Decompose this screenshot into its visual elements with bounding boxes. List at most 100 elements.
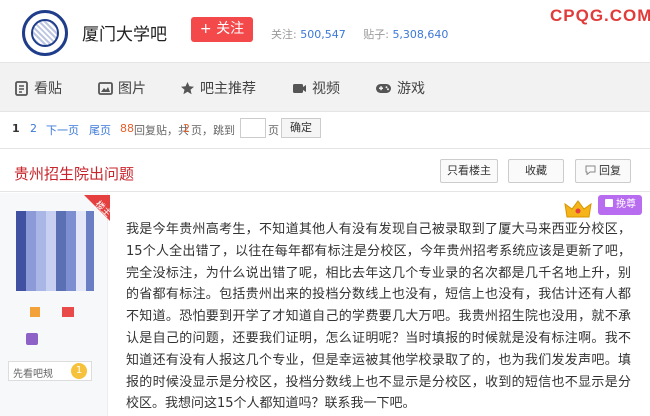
avatar[interactable] — [16, 211, 94, 291]
page-jump-button[interactable]: 确定 — [281, 118, 321, 138]
avatar-pixel — [86, 211, 94, 221]
avatar-pixel — [46, 261, 56, 271]
logo-seal — [31, 19, 59, 47]
last-page-link[interactable]: 尾页 — [89, 122, 111, 138]
avatar-pixel — [76, 261, 86, 271]
page-total: 2 — [183, 122, 190, 135]
avatar-pixel — [66, 271, 76, 281]
nav-tab-games[interactable]: 游戏 — [375, 78, 425, 98]
avatar-pixel — [66, 251, 76, 261]
avatar-pixel — [46, 221, 56, 231]
avatar-pixel — [66, 241, 76, 251]
avatar-pixel — [36, 251, 46, 261]
avatar-pixel — [36, 241, 46, 251]
avatar-pixel — [56, 211, 66, 221]
gamepad-icon — [376, 84, 391, 93]
page-link-2[interactable]: 2 — [30, 122, 37, 135]
page-current: 1 — [12, 122, 20, 135]
avatar-pixel — [16, 281, 26, 291]
favorite-button[interactable]: 收藏 — [508, 159, 564, 183]
avatar-pixel — [66, 211, 76, 221]
post-content: 我是今年贵州高考生，不知道其他人有没有发现自己被录取到了厦大马来西亚分校区，15… — [126, 222, 631, 412]
page-jump-input[interactable] — [240, 118, 266, 138]
avatar-pixel — [36, 281, 46, 291]
bar-name[interactable]: 厦门大学吧 — [82, 20, 167, 45]
watermark: CPQG.COM — [550, 6, 650, 25]
avatar-pixel — [56, 261, 66, 271]
avatar-pixel — [86, 221, 94, 231]
avatar-pixel — [56, 281, 66, 291]
avatar-pixel — [76, 241, 86, 251]
forum-nav: 看贴 图片 吧主推荐 视频 游戏 — [0, 62, 650, 112]
avatar-pixel — [56, 251, 66, 261]
avatar-pixel — [86, 241, 94, 251]
follow-stat-label: 关注: — [271, 28, 297, 41]
avatar-pixel — [66, 221, 76, 231]
page-jump-text: 页，跳到 — [191, 124, 235, 137]
avatar-pixel — [26, 281, 36, 291]
avatar-pixel — [46, 241, 56, 251]
image-icon — [98, 82, 113, 95]
avatar-pixel — [16, 231, 26, 241]
nav-label: 游戏 — [397, 81, 425, 97]
reply-text: 回复贴，共 — [134, 124, 189, 137]
nav-tab-recommended[interactable]: 吧主推荐 — [180, 78, 256, 98]
pagination: 1 2 下一页 尾页 88 回复贴，共 2 页，跳到 页 确定 — [0, 112, 650, 146]
avatar-pixel — [86, 271, 94, 281]
avatar-pixel — [86, 261, 94, 271]
avatar-pixel — [16, 271, 26, 281]
avatar-pixel — [26, 261, 36, 271]
avatar-pixel — [76, 251, 86, 261]
bar-stats: 关注: 500,547 贴子: 5,308,640 — [271, 26, 462, 42]
forum-header: 厦门大学吧 + 关注 关注: 500,547 贴子: 5,308,640 CPQ… — [0, 0, 650, 62]
avatar-pixel — [76, 271, 86, 281]
page-unit: 页 — [268, 124, 279, 137]
vip-label: 挽尊 — [616, 199, 636, 210]
avatar-pixel — [36, 211, 46, 221]
only-op-button[interactable]: 只看楼主 — [440, 159, 498, 183]
nav-tab-images[interactable]: 图片 — [98, 78, 146, 98]
avatar-pixel — [26, 251, 36, 261]
star-icon — [181, 82, 194, 95]
avatar-pixel — [26, 241, 36, 251]
member-badge-icon — [26, 333, 38, 345]
reply-count: 88 — [120, 122, 134, 135]
avatar-pixel — [46, 231, 56, 241]
vip-tag[interactable]: 挽尊 — [598, 195, 642, 215]
crown-icon — [564, 200, 592, 218]
nav-label: 视频 — [312, 81, 340, 97]
nav-tab-posts[interactable]: 看贴 — [14, 78, 62, 98]
follow-count: 500,547 — [300, 28, 346, 41]
avatar-pixel — [86, 231, 94, 241]
post-stat-label: 贴子: — [363, 28, 389, 41]
avatar-pixel — [76, 211, 86, 221]
avatar-pixel — [26, 211, 36, 221]
level-name: 先看吧规 — [13, 369, 53, 380]
post-floor-1: 先看吧规 1 楼主 挽尊 我是今年贵州高考生，不知道其他人有没有发现自己被录取到… — [0, 193, 650, 416]
avatar-pixel — [46, 281, 56, 291]
document-icon — [15, 81, 28, 96]
level-number: 1 — [71, 363, 87, 379]
avatar-pixel — [16, 211, 26, 221]
university-logo[interactable] — [22, 10, 68, 56]
reply-button[interactable]: 回复 — [575, 159, 631, 183]
avatar-pixel — [56, 231, 66, 241]
author-panel: 先看吧规 1 — [0, 193, 108, 416]
avatar-pixel — [46, 271, 56, 281]
avatar-pixel — [56, 271, 66, 281]
avatar-pixel — [56, 241, 66, 251]
avatar-pixel — [66, 281, 76, 291]
avatar-pixel — [76, 221, 86, 231]
thumb-icon — [605, 199, 613, 207]
rank-bar — [62, 307, 74, 317]
avatar-pixel — [36, 271, 46, 281]
avatar-pixel — [56, 221, 66, 231]
next-page-link[interactable]: 下一页 — [46, 122, 79, 138]
avatar-pixel — [16, 261, 26, 271]
follow-button[interactable]: + 关注 — [191, 17, 253, 42]
rank-bar — [30, 307, 40, 317]
avatar-pixel — [26, 271, 36, 281]
avatar-pixel — [76, 231, 86, 241]
avatar-pixel — [36, 221, 46, 231]
nav-tab-video[interactable]: 视频 — [292, 78, 340, 98]
